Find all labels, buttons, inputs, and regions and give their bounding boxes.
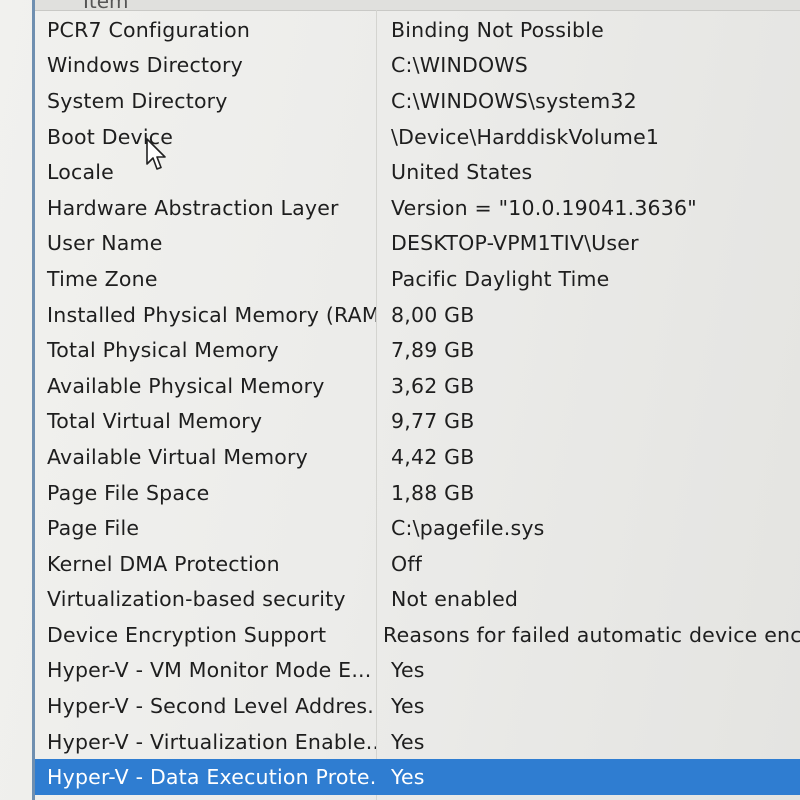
item-cell: Kernel DMA Protection <box>47 551 280 576</box>
value-cell: Not enabled <box>391 587 519 612</box>
item-cell: Installed Physical Memory (RAM) <box>47 302 376 327</box>
table-row[interactable]: Page File Space 1,88 GB <box>35 475 800 511</box>
table-row[interactable]: Device Encryption Support Reasons for fai… <box>35 617 800 653</box>
table-row[interactable]: Virtualization-based security Not enabled <box>35 582 800 618</box>
value-cell: DESKTOP-VPM1TIV\User <box>391 231 639 256</box>
table-row-selected[interactable]: Hyper-V - Data Execution Prote... Yes <box>35 759 800 796</box>
table-row[interactable]: User Name DESKTOP-VPM1TIV\User <box>35 226 800 262</box>
value-cell: 9,77 GB <box>391 409 475 434</box>
value-cell: C:\WINDOWS <box>391 53 528 78</box>
system-summary-list: PCR7 Configuration Binding Not Possible W… <box>35 12 800 796</box>
table-row[interactable]: Windows Directory C:\WINDOWS <box>35 48 800 84</box>
item-cell: Virtualization-based security <box>47 587 346 612</box>
item-cell: PCR7 Configuration <box>47 17 251 42</box>
value-cell: 4,42 GB <box>391 444 475 469</box>
item-cell: Page File <box>47 516 140 541</box>
item-cell: Hyper-V - VM Monitor Mode E... <box>47 658 372 683</box>
system-information-window: Item PCR7 Configuration Binding Not Possi… <box>0 0 800 800</box>
item-cell: Boot Device <box>47 124 174 149</box>
table-row[interactable]: Kernel DMA Protection Off <box>35 546 800 582</box>
value-cell: 7,89 GB <box>391 338 475 363</box>
value-cell: 3,62 GB <box>391 373 475 398</box>
table-row[interactable]: Available Virtual Memory 4,42 GB <box>35 439 800 475</box>
value-cell: Reasons for failed automatic device encr <box>383 622 800 647</box>
table-row[interactable]: Hyper-V - Second Level Addres... Yes <box>35 688 800 724</box>
mouse-pointer-icon <box>146 138 166 170</box>
value-cell: Off <box>391 551 423 576</box>
item-cell: Available Physical Memory <box>47 373 325 398</box>
table-row[interactable]: Available Physical Memory 3,62 GB <box>35 368 800 404</box>
item-cell: Time Zone <box>47 266 158 291</box>
item-cell: Device Encryption Support <box>47 622 327 647</box>
item-cell: Total Virtual Memory <box>47 409 263 434</box>
item-cell: Page File Space <box>47 480 210 505</box>
value-cell: 1,88 GB <box>391 480 475 505</box>
value-cell: United States <box>391 160 533 185</box>
value-cell: Yes <box>391 694 425 719</box>
value-cell: Version = "10.0.19041.3636" <box>391 195 697 220</box>
table-row[interactable]: Installed Physical Memory (RAM) 8,00 GB <box>35 297 800 333</box>
item-cell: Windows Directory <box>47 53 243 78</box>
value-cell: C:\pagefile.sys <box>391 516 545 541</box>
item-cell: Hyper-V - Data Execution Prote... <box>47 765 376 790</box>
item-cell: User Name <box>47 231 163 256</box>
value-cell: Pacific Daylight Time <box>391 266 610 291</box>
table-row[interactable]: PCR7 Configuration Binding Not Possible <box>35 12 800 48</box>
table-row[interactable]: System Directory C:\WINDOWS\system32 <box>35 83 800 119</box>
table-row[interactable]: Hyper-V - VM Monitor Mode E... Yes <box>35 653 800 689</box>
value-cell: 8,00 GB <box>391 302 475 327</box>
table-row[interactable]: Total Virtual Memory 9,77 GB <box>35 404 800 440</box>
value-cell: \Device\HarddiskVolume1 <box>391 124 660 149</box>
item-cell: Locale <box>47 160 114 185</box>
item-cell: Hyper-V - Second Level Addres... <box>47 694 376 719</box>
value-cell: Binding Not Possible <box>391 17 604 42</box>
value-cell: Yes <box>391 729 425 754</box>
value-cell: Yes <box>391 765 425 790</box>
value-cell: Yes <box>391 658 425 683</box>
table-row[interactable]: Time Zone Pacific Daylight Time <box>35 261 800 297</box>
item-cell: System Directory <box>47 88 228 113</box>
table-row[interactable]: Total Physical Memory 7,89 GB <box>35 332 800 368</box>
item-cell: Hardware Abstraction Layer <box>47 195 339 220</box>
table-row[interactable]: Page File C:\pagefile.sys <box>35 510 800 546</box>
item-cell: Hyper-V - Virtualization Enable... <box>47 729 376 754</box>
list-header[interactable]: Item <box>35 0 800 13</box>
item-cell: Total Physical Memory <box>47 338 279 363</box>
table-row[interactable]: Hyper-V - Virtualization Enable... Yes <box>35 724 800 760</box>
item-cell: Available Virtual Memory <box>47 444 308 469</box>
table-row[interactable]: Hardware Abstraction Layer Version = "10.… <box>35 190 800 226</box>
value-cell: C:\WINDOWS\system32 <box>391 88 637 113</box>
